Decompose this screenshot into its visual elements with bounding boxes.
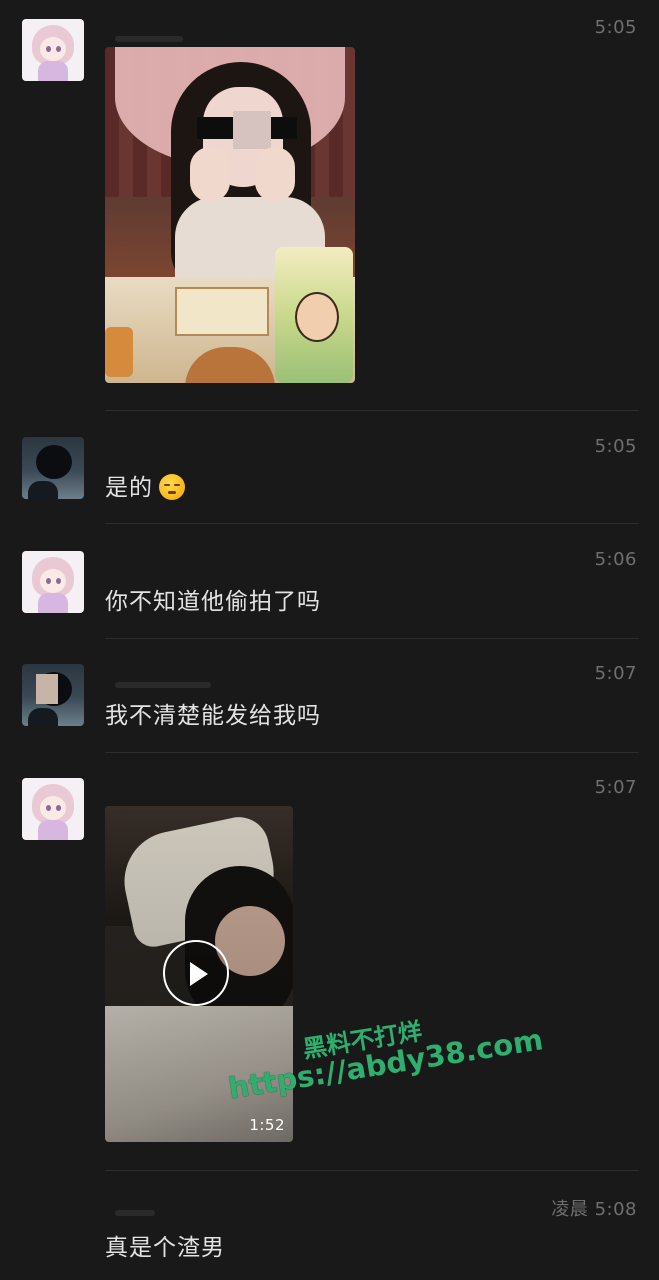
message-text[interactable]: 你不知道他偷拍了吗 xyxy=(105,582,321,616)
message-text[interactable]: 是的 xyxy=(105,468,185,502)
message-divider xyxy=(105,638,639,639)
message-divider xyxy=(105,752,639,753)
avatar[interactable] xyxy=(22,551,84,613)
avatar[interactable] xyxy=(22,437,84,499)
message-text-content: 是的 xyxy=(105,475,153,501)
message-time: 5:05 xyxy=(594,17,637,38)
message-text[interactable]: 真是个渣男 xyxy=(105,1228,225,1262)
message-time: 凌晨 5:08 xyxy=(551,1199,637,1220)
chat-photo[interactable] xyxy=(105,47,355,383)
avatar[interactable] xyxy=(22,19,84,81)
message-time: 5:07 xyxy=(594,777,637,798)
message-divider xyxy=(105,523,639,524)
message-text[interactable]: 我不清楚能发给我吗 xyxy=(105,696,321,730)
sender-name-blurred xyxy=(115,36,183,42)
avatar[interactable] xyxy=(22,778,84,840)
pensive-face-emoji xyxy=(159,474,185,500)
message-time: 5:07 xyxy=(594,663,637,684)
video-duration: 1:52 xyxy=(249,1116,285,1134)
play-icon[interactable] xyxy=(163,940,229,1006)
message-time: 5:05 xyxy=(594,436,637,457)
message-divider xyxy=(105,1170,639,1171)
message-divider xyxy=(105,410,639,411)
message-time: 5:06 xyxy=(594,549,637,570)
sender-name-blurred xyxy=(115,1210,155,1216)
avatar[interactable] xyxy=(22,664,84,726)
sender-name-blurred xyxy=(115,682,211,688)
